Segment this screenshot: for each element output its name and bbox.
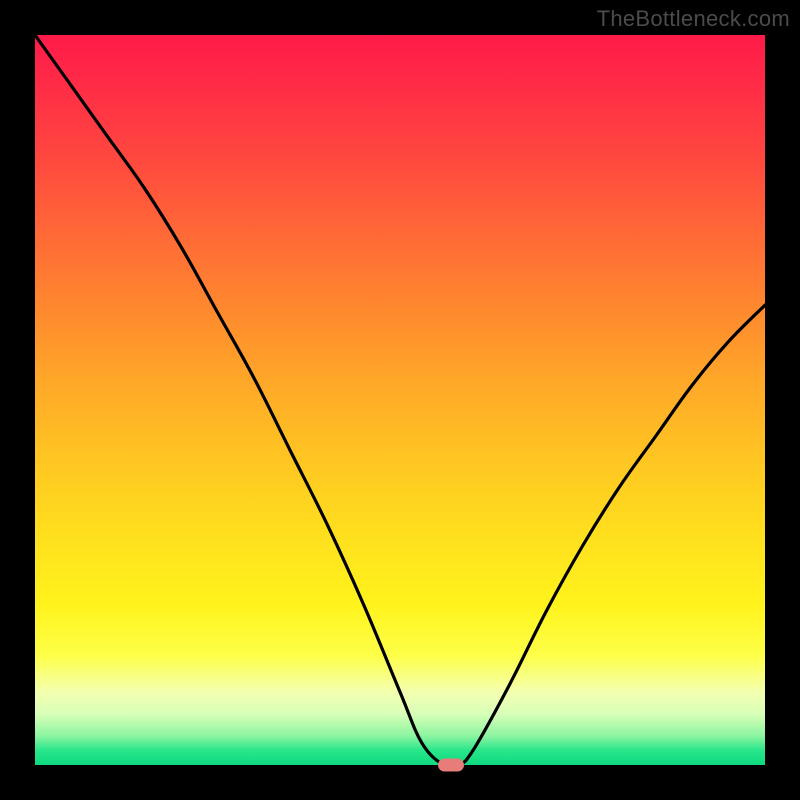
chart-frame: TheBottleneck.com (0, 0, 800, 800)
watermark-text: TheBottleneck.com (597, 6, 790, 32)
plot-area (35, 35, 765, 765)
minimum-marker (438, 759, 464, 772)
curve-svg (35, 35, 765, 765)
bottleneck-curve (35, 35, 765, 765)
